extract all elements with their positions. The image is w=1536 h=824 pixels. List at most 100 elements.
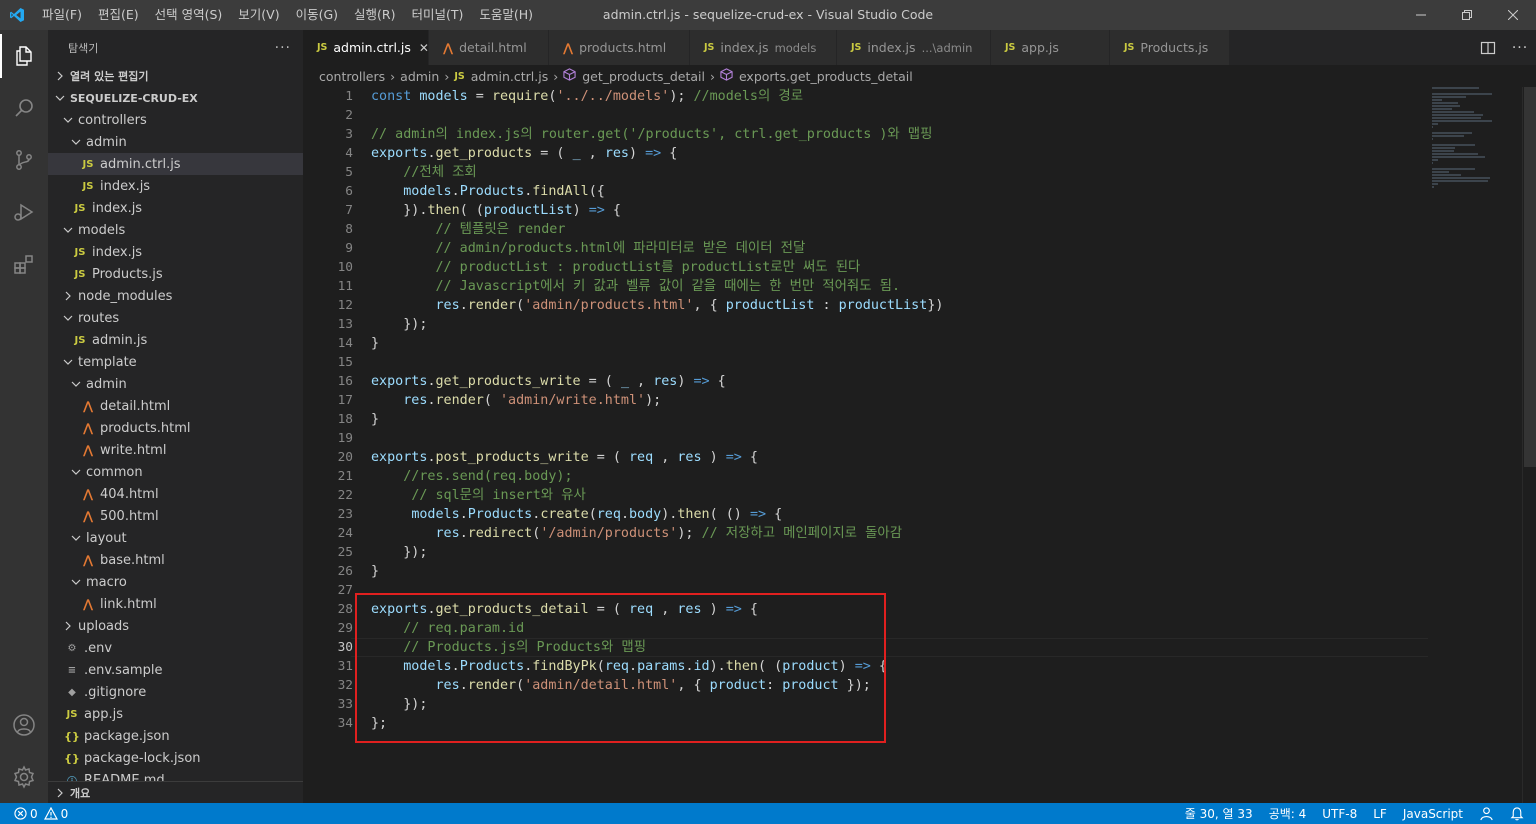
extensions-icon[interactable]	[0, 238, 48, 290]
code-line[interactable]: }	[371, 410, 1416, 429]
menu-item[interactable]: 터미널(T)	[404, 0, 472, 30]
tree-item[interactable]: ⋀ write.html	[48, 439, 303, 461]
tree-item[interactable]: node_modules	[48, 285, 303, 307]
settings-gear-icon[interactable]	[0, 751, 48, 803]
tree-item[interactable]: routes	[48, 307, 303, 329]
menu-item[interactable]: 선택 영역(S)	[147, 0, 231, 30]
tree-item[interactable]: JS admin.js	[48, 329, 303, 351]
tree-item[interactable]: JS Products.js	[48, 263, 303, 285]
tree-item[interactable]: JS index.js	[48, 197, 303, 219]
code-line[interactable]: models.Products.findByPk(req.params.id).…	[371, 657, 1416, 676]
editor-tab[interactable]: JS admin.ctrl.js ✕	[303, 30, 429, 65]
editor-tab[interactable]: JS index.js ...\admin	[837, 30, 991, 65]
tree-item[interactable]: ≡ .env.sample	[48, 659, 303, 681]
code-line[interactable]	[371, 106, 1416, 125]
code-line[interactable]: exports.get_products_detail = ( req , re…	[371, 600, 1416, 619]
breadcrumb-file[interactable]: admin.ctrl.js	[471, 69, 548, 84]
language-mode[interactable]: JavaScript	[1395, 807, 1471, 821]
code-line[interactable]: // req.param.id	[371, 619, 1416, 638]
tree-item[interactable]: admin	[48, 131, 303, 153]
close-window-button[interactable]	[1490, 0, 1536, 30]
code-line[interactable]: exports.get_products_write = ( _ , res) …	[371, 372, 1416, 391]
tree-item[interactable]: JS app.js	[48, 703, 303, 725]
tree-item[interactable]: JS index.js	[48, 241, 303, 263]
editor-tab[interactable]: JS Products.js	[1110, 30, 1230, 65]
code-line[interactable]: exports.get_products = ( _ , res) => {	[371, 144, 1416, 163]
end-of-line[interactable]: LF	[1365, 807, 1395, 821]
tree-item[interactable]: ⋀ base.html	[48, 549, 303, 571]
indentation[interactable]: 공백: 4	[1261, 805, 1315, 822]
restore-button[interactable]	[1444, 0, 1490, 30]
code-line[interactable]	[371, 581, 1416, 600]
code-line[interactable]: });	[371, 695, 1416, 714]
code-line[interactable]: res.redirect('/admin/products'); // 저장하고…	[371, 524, 1416, 543]
tree-item[interactable]: layout	[48, 527, 303, 549]
tree-item[interactable]: ⋀ 500.html	[48, 505, 303, 527]
tree-item[interactable]: common	[48, 461, 303, 483]
cursor-position[interactable]: 줄 30, 열 33	[1177, 805, 1261, 822]
code-line[interactable]: // 템플릿은 render	[371, 220, 1416, 239]
tree-item[interactable]: admin	[48, 373, 303, 395]
explorer-icon[interactable]	[0, 30, 48, 82]
tree-item[interactable]: ⋀ 404.html	[48, 483, 303, 505]
editor-tab[interactable]: JS app.js	[991, 30, 1110, 65]
breadcrumb-folder-controllers[interactable]: controllers	[319, 69, 385, 84]
breadcrumb-folder-admin[interactable]: admin	[400, 69, 439, 84]
code-line[interactable]	[371, 429, 1416, 448]
breadcrumb-symbol[interactable]: get_products_detail	[582, 69, 705, 84]
tree-item[interactable]: JS index.js	[48, 175, 303, 197]
tree-item[interactable]: ⋀ link.html	[48, 593, 303, 615]
code-line[interactable]: }	[371, 562, 1416, 581]
breadcrumb-symbol-full[interactable]: exports.get_products_detail	[739, 69, 913, 84]
code-line[interactable]: // Javascript에서 키 값과 벨류 값이 같을 때에는 한 번만 적…	[371, 277, 1416, 296]
run-debug-icon[interactable]	[0, 186, 48, 238]
explorer-more-button[interactable]: ···	[275, 40, 291, 56]
code-line[interactable]: res.render('admin/products.html', { prod…	[371, 296, 1416, 315]
code-line[interactable]: }	[371, 334, 1416, 353]
menu-item[interactable]: 이동(G)	[288, 0, 346, 30]
menu-item[interactable]: 편집(E)	[90, 0, 147, 30]
code-line[interactable]: // admin의 index.js의 router.get('/product…	[371, 125, 1416, 144]
code-line[interactable]: // productList : productList를 productLis…	[371, 258, 1416, 277]
code-line[interactable]: const models = require('../../models'); …	[371, 87, 1416, 106]
feedback-icon[interactable]	[1471, 806, 1502, 821]
tree-item[interactable]: controllers	[48, 109, 303, 131]
encoding[interactable]: UTF-8	[1314, 807, 1365, 821]
code-line[interactable]: //res.send(req.body);	[371, 467, 1416, 486]
tree-item[interactable]: uploads	[48, 615, 303, 637]
open-editors-section[interactable]: 열려 있는 편집기	[48, 65, 303, 87]
code-line[interactable]: //전체 조회	[371, 163, 1416, 182]
scrollbar-thumb[interactable]	[1524, 87, 1536, 467]
code-lines[interactable]: const models = require('../../models'); …	[351, 87, 1428, 733]
menu-item[interactable]: 실행(R)	[346, 0, 403, 30]
editor-tab[interactable]: ⋀ detail.html	[429, 30, 549, 65]
tree-item[interactable]: template	[48, 351, 303, 373]
tree-item[interactable]: {} package.json	[48, 725, 303, 747]
tree-item[interactable]: models	[48, 219, 303, 241]
source-control-icon[interactable]	[0, 134, 48, 186]
menu-item[interactable]: 도움말(H)	[471, 0, 541, 30]
code-line[interactable]	[371, 353, 1416, 372]
code-line[interactable]: };	[371, 714, 1416, 733]
code-line[interactable]: models.Products.create(req.body).then( (…	[371, 505, 1416, 524]
outline-section[interactable]: 개요	[48, 781, 303, 803]
code-line[interactable]: }).then( (productList) => {	[371, 201, 1416, 220]
editor-tab[interactable]: ⋀ products.html	[549, 30, 690, 65]
close-tab-icon[interactable]: ✕	[419, 41, 429, 55]
menu-item[interactable]: 보기(V)	[230, 0, 287, 30]
code-editor[interactable]: 1 2 3 4 5 6 7 8 9 10 11 12 13 14 15 16 17 18 19 20 21 22 23 24 2…	[303, 87, 1536, 803]
tree-item[interactable]: JS admin.ctrl.js	[48, 153, 303, 175]
minimap[interactable]	[1432, 87, 1522, 803]
code-line[interactable]: models.Products.findAll({	[371, 182, 1416, 201]
code-line[interactable]: });	[371, 543, 1416, 562]
split-editor-icon[interactable]	[1472, 30, 1504, 65]
tree-item[interactable]: ⋀ detail.html	[48, 395, 303, 417]
editor-scrollbar[interactable]	[1522, 87, 1536, 803]
code-line[interactable]: exports.post_products_write = ( req , re…	[371, 448, 1416, 467]
account-icon[interactable]	[0, 699, 48, 751]
editor-tab[interactable]: JS index.js models	[690, 30, 837, 65]
more-actions-button[interactable]: ···	[1504, 30, 1536, 65]
notifications-bell-icon[interactable]	[1502, 806, 1536, 821]
tree-item[interactable]: ⚙ .env	[48, 637, 303, 659]
code-line[interactable]: });	[371, 315, 1416, 334]
